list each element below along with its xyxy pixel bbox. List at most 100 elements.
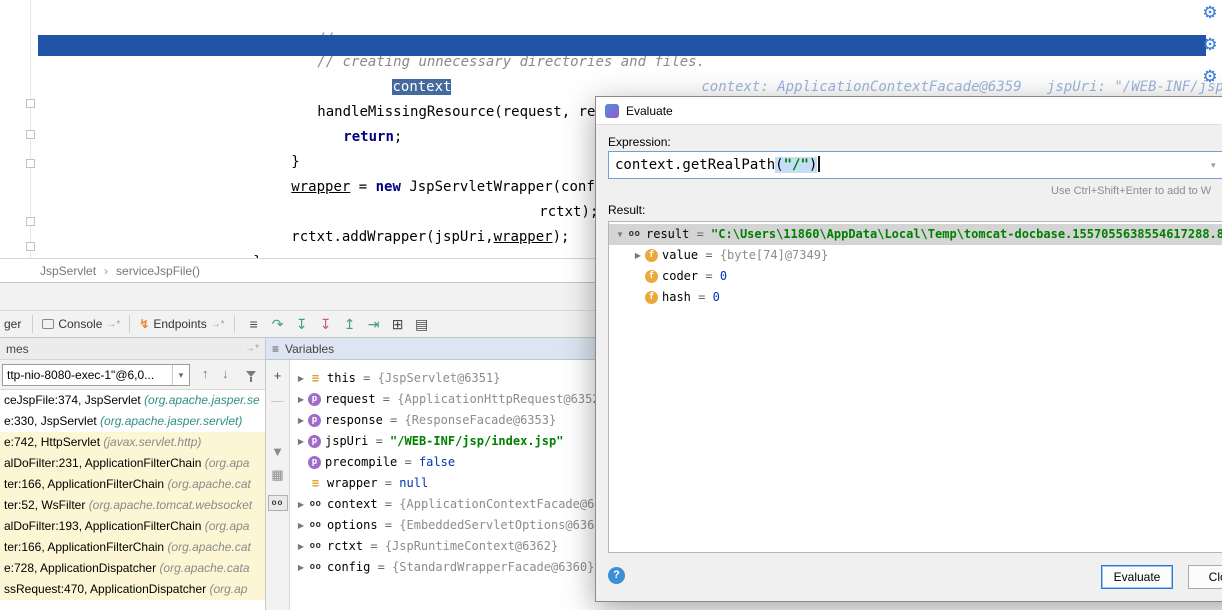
threads-view-icon[interactable]: ▤	[410, 316, 434, 333]
gear-icon[interactable]: ⚙	[1200, 67, 1220, 87]
frame-package: (org.apache.cat	[167, 540, 250, 554]
force-step-into-icon[interactable]: ↧	[314, 316, 338, 333]
stack-frame-row[interactable]: ter:166, ApplicationFilterChain (org.apa…	[0, 474, 265, 495]
dialog-titlebar[interactable]: Evaluate	[596, 97, 1222, 125]
stack-frame-row[interactable]: alDoFilter:231, ApplicationFilterChain (…	[0, 453, 265, 474]
menu-icon[interactable]: ≡	[242, 316, 266, 332]
breadcrumb-method[interactable]: serviceJspFile()	[116, 264, 200, 278]
result-row[interactable]: f hash = 0	[609, 287, 1222, 308]
stack-frame-row[interactable]: ceJspFile:374, JspServlet (org.apache.ja…	[0, 390, 265, 411]
stack-frame-row[interactable]: e:728, ApplicationDispatcher (org.apache…	[0, 558, 265, 579]
stack-frame-row[interactable]: e:330, JspServlet (org.apache.jasper.ser…	[0, 411, 265, 432]
copy-icon[interactable]: ▦	[271, 467, 283, 483]
help-icon[interactable]: ?	[608, 567, 625, 584]
restore-layout-icon[interactable]: ⊞	[386, 316, 410, 333]
close-button[interactable]: Close	[1188, 565, 1222, 589]
result-row[interactable]: f coder = 0	[609, 266, 1222, 287]
frame-down-icon[interactable]: ↓	[222, 366, 229, 381]
toolbar-separator	[129, 315, 130, 333]
expand-arrow-icon[interactable]: ▶	[294, 389, 308, 410]
frame-up-icon[interactable]: ↑	[202, 366, 209, 381]
tab-debugger[interactable]: ger	[0, 317, 25, 331]
glasses-icon[interactable]: oo	[268, 495, 288, 511]
variable-name: wrapper	[327, 473, 378, 494]
stack-frame-row[interactable]: ter:166, ApplicationFilterChain (org.apa…	[0, 537, 265, 558]
variable-value: {StandardWrapperFacade@6360}	[392, 557, 594, 578]
field-icon: f	[645, 270, 658, 283]
stack-frame-row[interactable]: ter:52, WsFilter (org.apache.tomcat.webs…	[0, 495, 265, 516]
glasses-icon: oo	[627, 228, 642, 241]
expand-arrow-icon[interactable]: ▶	[294, 557, 308, 578]
expand-arrow-icon[interactable]: ▶	[631, 245, 645, 266]
fold-marker-icon[interactable]	[26, 217, 35, 226]
expand-arrow-icon[interactable]: ▶	[294, 410, 308, 431]
stack-frame-row[interactable]: ssRequest:470, ApplicationDispatcher (or…	[0, 579, 265, 600]
variable-value: "/WEB-INF/jsp/index.jsp"	[390, 431, 563, 452]
variable-value: {ResponseFacade@6353}	[404, 410, 556, 431]
result-name: value	[662, 245, 698, 266]
variable-name: precompile	[325, 452, 397, 473]
evaluate-dialog-icon	[605, 104, 619, 118]
variable-name: jspUri	[325, 431, 368, 452]
result-row[interactable]: ▼ oo result = "C:\Users\11860\AppData\Lo…	[609, 224, 1222, 245]
variable-value: {EmbeddedServletOptions@6361}	[399, 515, 609, 536]
fold-marker-icon[interactable]	[26, 99, 35, 108]
variable-value: null	[399, 473, 428, 494]
frame-package: (org.apache.jasper.se	[144, 393, 260, 407]
evaluate-button[interactable]: Evaluate	[1101, 565, 1173, 589]
chevron-down-icon[interactable]: ▾	[172, 365, 189, 385]
glasses-icon: oo	[308, 498, 323, 511]
frame-package: (org.apa	[205, 519, 250, 533]
step-into-icon[interactable]: ↧	[290, 316, 314, 333]
expression-segment: context.getRealPath	[615, 157, 775, 173]
add-icon[interactable]: +	[274, 368, 282, 383]
menu-icon[interactable]: ≡	[272, 338, 279, 360]
remove-icon[interactable]: —	[271, 393, 284, 408]
equals-sign: =	[378, 494, 400, 515]
variable-name: config	[327, 557, 370, 578]
equals-sign: =	[698, 266, 720, 287]
variable-value: false	[419, 452, 455, 473]
stack-frame-row[interactable]: e:742, HttpServlet (javax.servlet.http)	[0, 432, 265, 453]
expand-arrow-icon[interactable]: ▶	[294, 368, 308, 389]
tab-endpoints[interactable]: ↯ Endpoints →*	[137, 317, 226, 331]
debugger-action-icons: ≡↷↧↧↥⇥⊞▤	[242, 316, 434, 333]
frame-location: e:330, JspServlet	[4, 414, 100, 428]
chevron-down-icon[interactable]: ▼	[271, 444, 284, 459]
tab-endpoints-label: Endpoints	[153, 317, 206, 331]
frames-header: mes →*	[0, 338, 265, 360]
frame-package: (org.apache.cata	[159, 561, 249, 575]
toolbar-separator	[32, 315, 33, 333]
result-tree[interactable]: ▼ oo result = "C:\Users\11860\AppData\Lo…	[608, 221, 1222, 553]
filter-icon[interactable]	[246, 371, 256, 382]
gear-icon[interactable]: ⚙	[1200, 35, 1220, 55]
toolbar-separator	[234, 315, 235, 333]
tab-console[interactable]: Console →*	[40, 317, 122, 331]
thread-selector[interactable]: ttp-nio-8080-exec-1"@6,0... ▾	[2, 364, 190, 386]
expand-arrow-icon[interactable]: ▶	[294, 515, 308, 536]
equals-sign: =	[356, 368, 378, 389]
expand-arrow-icon[interactable]: ▶	[294, 494, 308, 515]
result-row[interactable]: ▶ f value = {byte[74]@7349}	[609, 245, 1222, 266]
step-over-icon[interactable]: ↷	[266, 316, 290, 333]
dialog-title: Evaluate	[626, 104, 673, 118]
variable-value: {ApplicationContextFacade@6359}	[399, 494, 623, 515]
breadcrumb-class[interactable]: JspServlet	[40, 264, 96, 278]
expand-arrow-icon[interactable]: ▶	[294, 536, 308, 557]
expand-arrow-icon[interactable]: ▼	[613, 224, 627, 245]
gear-icon[interactable]: ⚙	[1200, 3, 1220, 23]
fold-marker-icon[interactable]	[26, 242, 35, 251]
fold-marker-icon[interactable]	[26, 159, 35, 168]
fold-marker-icon[interactable]	[26, 130, 35, 139]
stack-frame-row[interactable]: alDoFilter:193, ApplicationFilterChain (…	[0, 516, 265, 537]
frame-location: ceJspFile:374, JspServlet	[4, 393, 144, 407]
chevron-down-icon[interactable]: ▾	[1211, 152, 1216, 178]
expression-segment: "/"	[784, 157, 809, 173]
equals-sign: =	[397, 452, 419, 473]
step-out-icon[interactable]: ↥	[338, 316, 362, 333]
expression-input[interactable]: context.getRealPath("/") ▾	[608, 151, 1222, 179]
variable-value: {JspRuntimeContext@6362}	[385, 536, 558, 557]
run-to-cursor-icon[interactable]: ⇥	[362, 316, 386, 333]
expand-arrow-icon[interactable]: ▶	[294, 431, 308, 452]
result-label: Result:	[608, 203, 645, 217]
